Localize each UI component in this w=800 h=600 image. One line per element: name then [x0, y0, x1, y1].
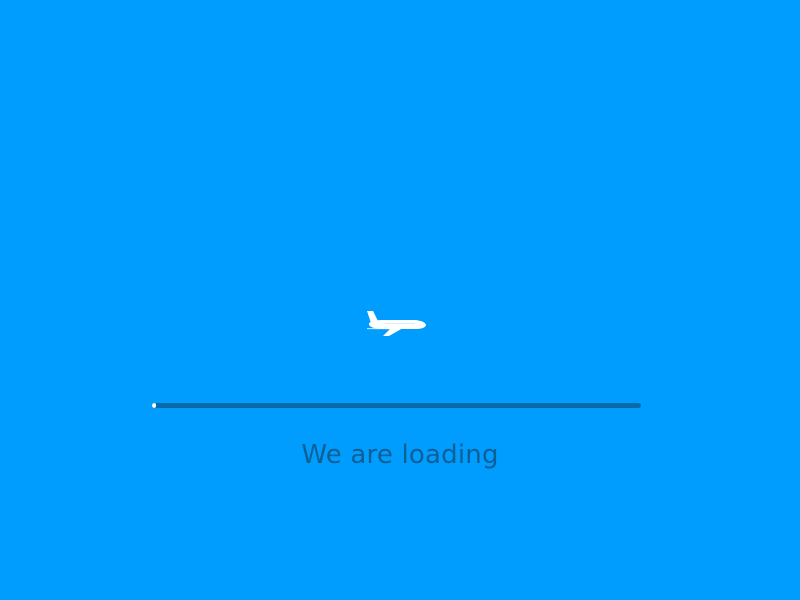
- airplane-icon: [367, 311, 426, 336]
- progress-fill: [152, 403, 156, 408]
- loading-progress-bar: [152, 403, 641, 408]
- loading-screen: We are loading: [0, 0, 800, 600]
- loading-message: We are loading: [301, 440, 499, 470]
